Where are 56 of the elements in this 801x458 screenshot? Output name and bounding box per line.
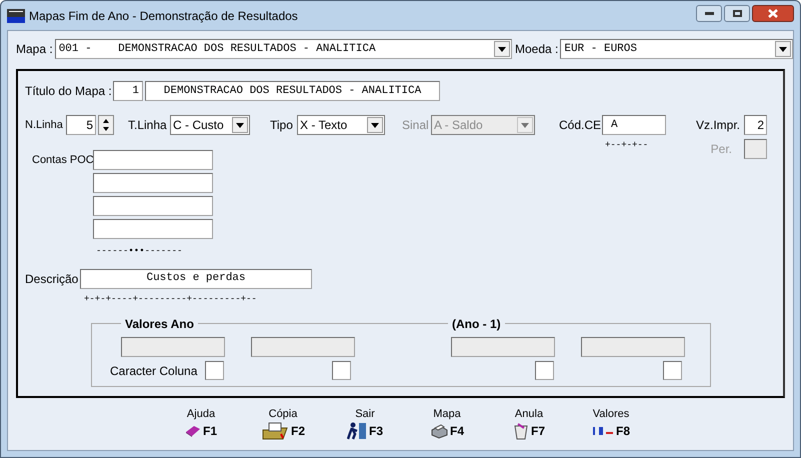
close-button[interactable]	[752, 5, 794, 22]
checkbox[interactable]	[663, 361, 682, 380]
field-label: Sinal	[402, 117, 430, 134]
value-field[interactable]	[451, 337, 555, 357]
book-icon	[184, 424, 201, 438]
value-field[interactable]	[251, 337, 355, 357]
window-title: Mapas Fim de Ano - Demonstração de Resultados	[29, 8, 298, 24]
function-key-button[interactable]: Cópia F2	[255, 408, 311, 440]
description-field[interactable]: Custos e perdas	[80, 268, 312, 288]
dropdown-field[interactable]: EUR - EUROS	[560, 39, 793, 59]
field-label: Tipo	[270, 117, 294, 134]
field-label: Per.	[710, 141, 732, 158]
function-key-button[interactable]: Valores F8	[583, 408, 639, 440]
account-field[interactable]	[93, 219, 213, 239]
maximize-button[interactable]	[724, 5, 750, 22]
account-field[interactable]	[93, 196, 213, 216]
account-field[interactable]	[93, 150, 213, 170]
checkbox[interactable]	[205, 361, 224, 380]
dropdown-field[interactable]: X - Texto	[297, 115, 385, 135]
input-mask: ------•••-------	[96, 245, 184, 258]
field-label: Mapa :	[16, 41, 53, 58]
numbers-icon	[592, 426, 614, 436]
checkbox[interactable]	[332, 361, 351, 380]
field-label: N.Linha	[25, 118, 64, 133]
value-field[interactable]	[581, 337, 685, 357]
value-field[interactable]	[121, 337, 225, 357]
field-label: Título do Mapa :	[25, 83, 113, 100]
field-label: Vz.Impr.	[696, 117, 740, 134]
trash-can-icon	[512, 422, 529, 440]
title-field[interactable]: DEMONSTRACAO DOS RESULTADOS - ANALITICA	[145, 81, 440, 101]
field-label: T.Linha	[128, 117, 168, 134]
checkbox[interactable]	[535, 361, 554, 380]
field-label: Contas POC	[32, 153, 93, 168]
folder-icon	[260, 422, 289, 440]
number-field[interactable]: 2	[744, 115, 767, 135]
function-key-button[interactable]: Anula F7	[501, 408, 557, 440]
field-label: Descrição	[25, 270, 80, 288]
account-field[interactable]	[93, 173, 213, 193]
field-label: Cód.CE	[559, 117, 602, 134]
input-mask: +-+-+----+---------+---------+--	[84, 292, 258, 306]
function-key-button[interactable]: Mapa F4	[419, 408, 475, 440]
function-key-button[interactable]: Ajuda F1	[173, 408, 229, 440]
number-field[interactable]: 1	[113, 81, 143, 101]
field-label: Moeda :	[515, 41, 558, 58]
number-field[interactable]: 5	[66, 115, 96, 135]
input-mask: +--+-+--	[605, 139, 648, 152]
minimize-button[interactable]	[696, 5, 722, 22]
field-label: Caracter Coluna	[110, 362, 198, 380]
printer-icon	[430, 423, 448, 439]
walking-person-icon	[346, 422, 367, 440]
close-icon	[768, 9, 778, 18]
dropdown-field[interactable]: 001 - DEMONSTRACAO DOS RESULTADOS - ANALITICA	[54, 39, 512, 59]
function-key-button[interactable]: Sair F3	[337, 408, 393, 440]
dropdown-field[interactable]: C - Custo	[170, 115, 250, 135]
code-field[interactable]: A	[602, 115, 666, 135]
app-icon	[7, 8, 25, 22]
